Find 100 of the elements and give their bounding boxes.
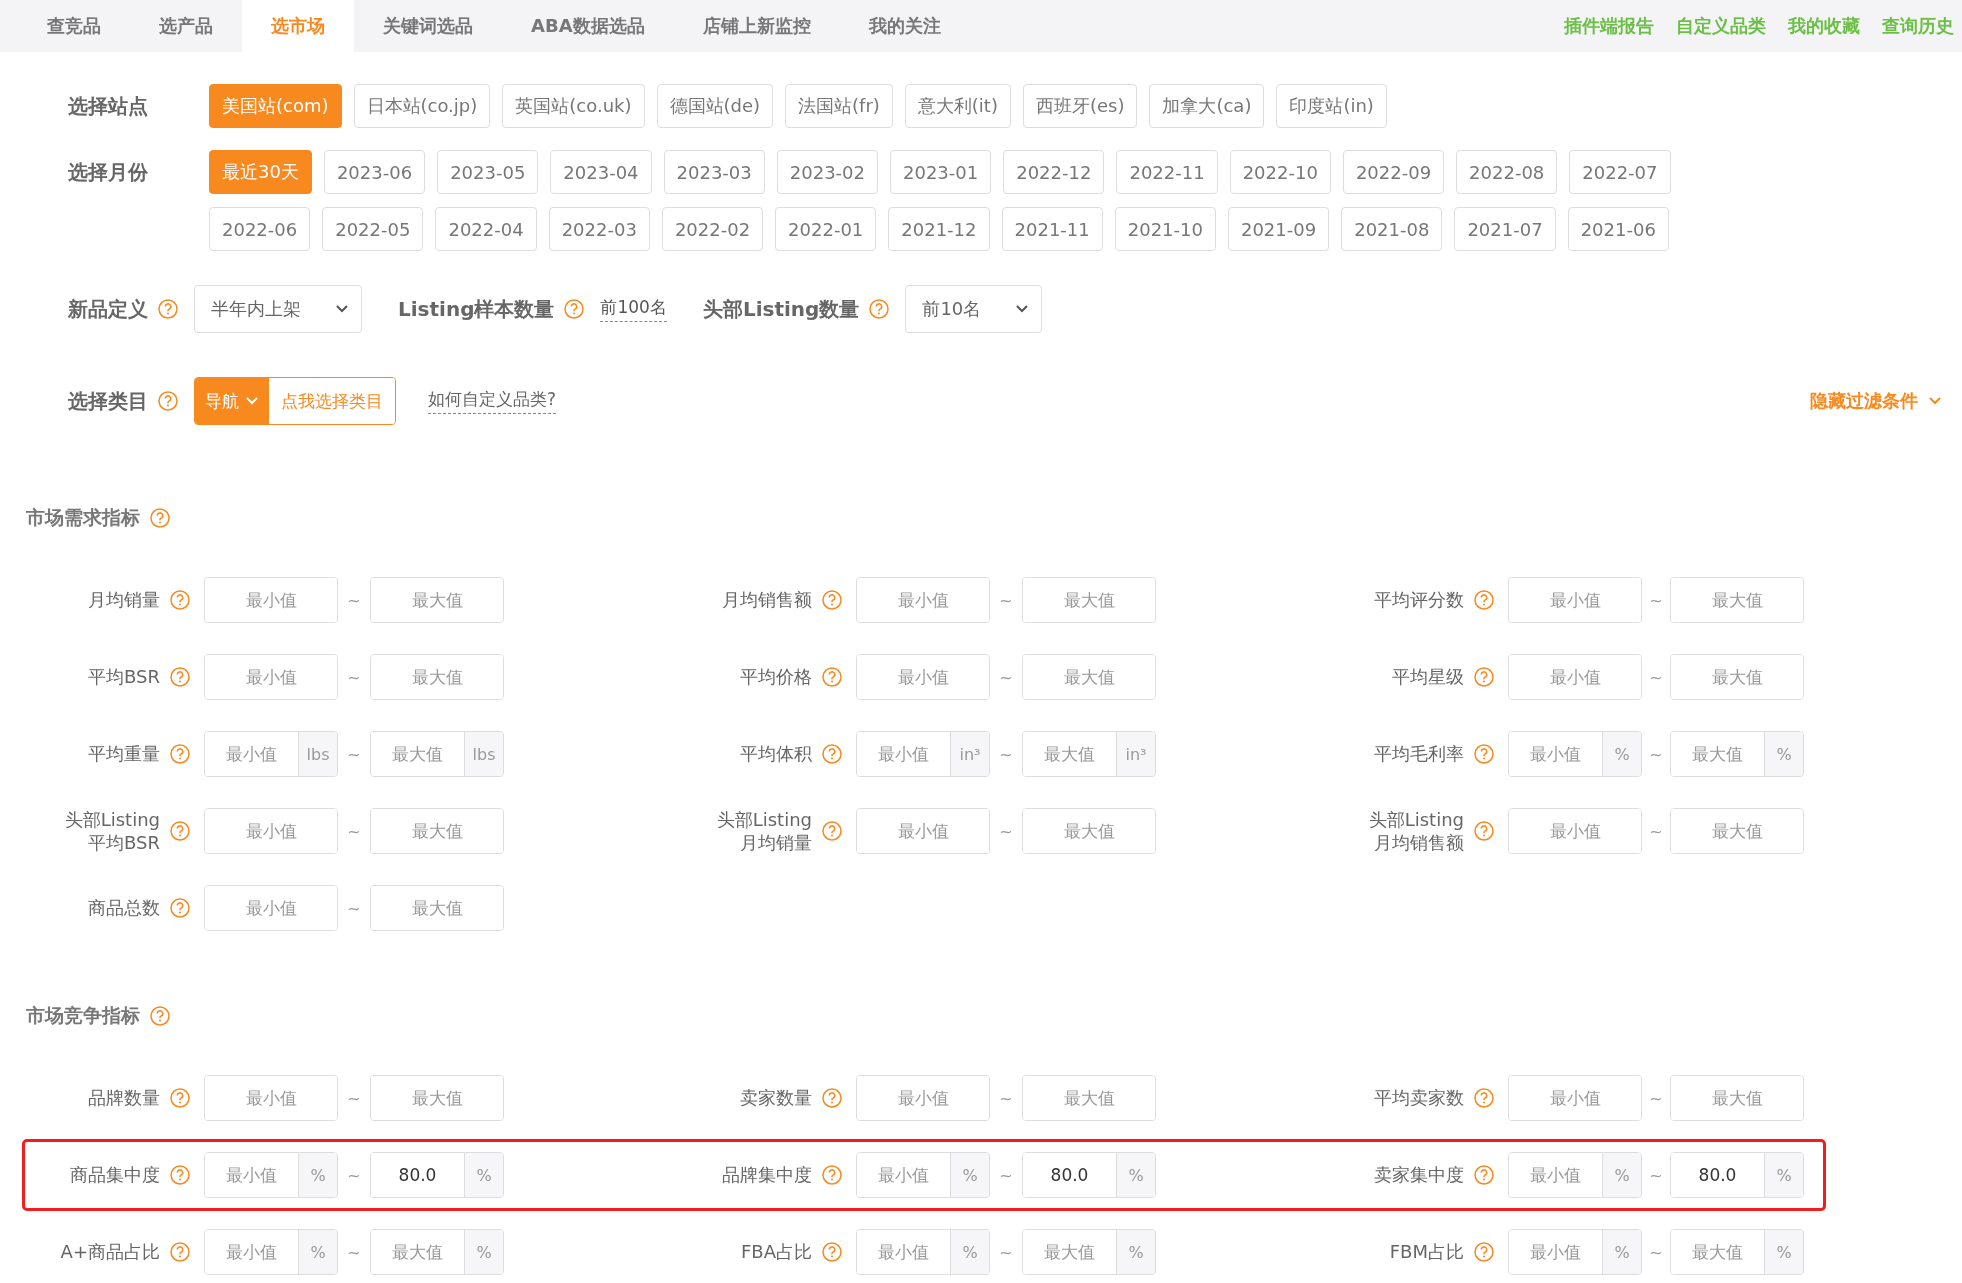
nav-tab[interactable]: 选市场	[242, 0, 354, 52]
option-button[interactable]: 日本站(co.jp)	[353, 84, 491, 128]
nav-tab[interactable]: ABA数据选品	[502, 0, 674, 52]
range-input[interactable]: 最大值	[1670, 654, 1804, 700]
option-button[interactable]: 印度站(in)	[1276, 84, 1387, 128]
option-button[interactable]: 2022-11	[1116, 150, 1218, 194]
option-button[interactable]: 2022-12	[1003, 150, 1105, 194]
help-icon[interactable]	[822, 1165, 842, 1185]
option-button[interactable]: 2021-09	[1227, 207, 1330, 251]
range-input[interactable]: 最大值 %	[1670, 731, 1804, 777]
help-icon[interactable]	[1474, 667, 1494, 687]
range-input[interactable]: 最大值	[1022, 1075, 1156, 1121]
range-input[interactable]: 最大值	[1670, 1075, 1804, 1121]
range-input[interactable]: 最小值 %	[1508, 1152, 1642, 1198]
option-button[interactable]: 2023-01	[890, 150, 992, 194]
help-icon[interactable]	[822, 744, 842, 764]
help-icon[interactable]	[170, 590, 190, 610]
range-input[interactable]: 最小值	[1508, 577, 1642, 623]
dropdown[interactable]: 半年内上架	[194, 285, 362, 333]
option-button[interactable]: 2022-08	[1456, 150, 1558, 194]
range-input[interactable]: 最小值 %	[204, 1229, 338, 1275]
help-icon[interactable]	[1474, 821, 1494, 841]
option-button[interactable]: 2021-06	[1567, 207, 1669, 251]
help-icon[interactable]	[170, 1165, 190, 1185]
option-button[interactable]: 2023-03	[663, 150, 765, 194]
range-input[interactable]: 最小值	[1508, 654, 1642, 700]
range-input[interactable]: 最大值 %	[1022, 1229, 1156, 1275]
option-button[interactable]: 西班牙(es)	[1022, 84, 1138, 128]
help-icon[interactable]	[564, 299, 585, 319]
option-button[interactable]: 2021-11	[1001, 207, 1103, 251]
option-button[interactable]: 法国站(fr)	[785, 84, 893, 128]
range-input[interactable]: 最小值 %	[1508, 1229, 1642, 1275]
help-icon[interactable]	[822, 1088, 842, 1108]
option-button[interactable]: 德国站(de)	[656, 84, 774, 128]
option-button[interactable]: 2022-09	[1342, 150, 1445, 194]
range-input[interactable]: 最小值 %	[856, 1152, 990, 1198]
range-input[interactable]: 最大值	[1022, 654, 1156, 700]
range-input[interactable]: 最大值 lbs	[370, 731, 504, 777]
option-button[interactable]: 2023-04	[550, 150, 652, 194]
help-icon[interactable]	[158, 391, 178, 411]
help-icon[interactable]	[822, 590, 842, 610]
help-icon[interactable]	[1474, 1165, 1494, 1185]
help-icon[interactable]	[170, 898, 190, 918]
range-input[interactable]: 最小值 %	[1508, 731, 1642, 777]
option-button[interactable]: 2022-05	[322, 207, 424, 251]
option-button[interactable]: 加拿大(ca)	[1149, 84, 1265, 128]
option-button[interactable]: 意大利(it)	[904, 84, 1011, 128]
nav-dropdown-button[interactable]: 导航	[195, 378, 269, 424]
range-input[interactable]: 最小值 %	[204, 1152, 338, 1198]
option-button[interactable]: 英国站(co.uk)	[502, 84, 645, 128]
option-button[interactable]: 2021-12	[888, 207, 990, 251]
range-input[interactable]: 最小值	[204, 808, 338, 854]
range-input[interactable]: 最大值	[1022, 808, 1156, 854]
option-button[interactable]: 美国站(com)	[209, 84, 342, 128]
nav-tab[interactable]: 选产品	[130, 0, 242, 52]
range-input[interactable]: 最小值	[856, 577, 990, 623]
help-icon[interactable]	[1474, 1088, 1494, 1108]
help-icon[interactable]	[869, 299, 890, 319]
range-input[interactable]: 最大值 %	[1670, 1229, 1804, 1275]
nav-tab[interactable]: 店铺上新监控	[673, 0, 840, 52]
option-button[interactable]: 2022-06	[209, 207, 311, 251]
help-icon[interactable]	[158, 299, 178, 319]
option-button[interactable]: 2023-06	[323, 150, 426, 194]
help-link[interactable]: 如何自定义品类?	[428, 388, 557, 414]
help-icon[interactable]	[822, 1242, 842, 1262]
option-button[interactable]: 2022-02	[661, 207, 764, 251]
option-button[interactable]: 2021-08	[1341, 207, 1443, 251]
option-button[interactable]: 2021-07	[1454, 207, 1556, 251]
range-input[interactable]: 最小值 in³	[856, 731, 990, 777]
range-input[interactable]: 80.0 %	[1022, 1152, 1156, 1198]
option-button[interactable]: 2021-10	[1114, 207, 1216, 251]
range-input[interactable]: 最小值	[204, 654, 338, 700]
range-input[interactable]: 最大值	[370, 1075, 504, 1121]
help-icon[interactable]	[150, 508, 170, 528]
help-icon[interactable]	[170, 667, 190, 687]
range-input[interactable]: 最小值	[204, 1075, 338, 1121]
hide-filters-button[interactable]: 隐藏过滤条件	[1804, 388, 1948, 414]
range-input[interactable]: 最小值 %	[856, 1229, 990, 1275]
range-input[interactable]: 最小值	[856, 808, 990, 854]
range-input[interactable]: 最小值 lbs	[204, 731, 338, 777]
option-button[interactable]: 2023-02	[776, 150, 878, 194]
help-icon[interactable]	[170, 821, 190, 841]
dropdown[interactable]: 前10名	[905, 285, 1043, 333]
range-input[interactable]: 最大值 %	[370, 1229, 504, 1275]
range-input[interactable]: 最大值 in³	[1022, 731, 1156, 777]
range-input[interactable]: 最小值	[856, 654, 990, 700]
range-input[interactable]: 最小值	[1508, 1075, 1642, 1121]
nav-tab[interactable]: 关键词选品	[354, 0, 502, 52]
help-icon[interactable]	[150, 1006, 170, 1026]
option-button[interactable]: 2023-05	[437, 150, 539, 194]
range-input[interactable]: 最大值	[370, 808, 504, 854]
range-input[interactable]: 最大值	[370, 885, 504, 931]
help-icon[interactable]	[170, 744, 190, 764]
help-icon[interactable]	[822, 667, 842, 687]
option-button[interactable]: 最近30天	[209, 150, 312, 194]
range-input[interactable]: 最大值	[1670, 808, 1804, 854]
help-icon[interactable]	[822, 821, 842, 841]
range-input[interactable]: 最大值	[370, 654, 504, 700]
range-input[interactable]: 最小值	[204, 577, 338, 623]
help-icon[interactable]	[1474, 590, 1494, 610]
